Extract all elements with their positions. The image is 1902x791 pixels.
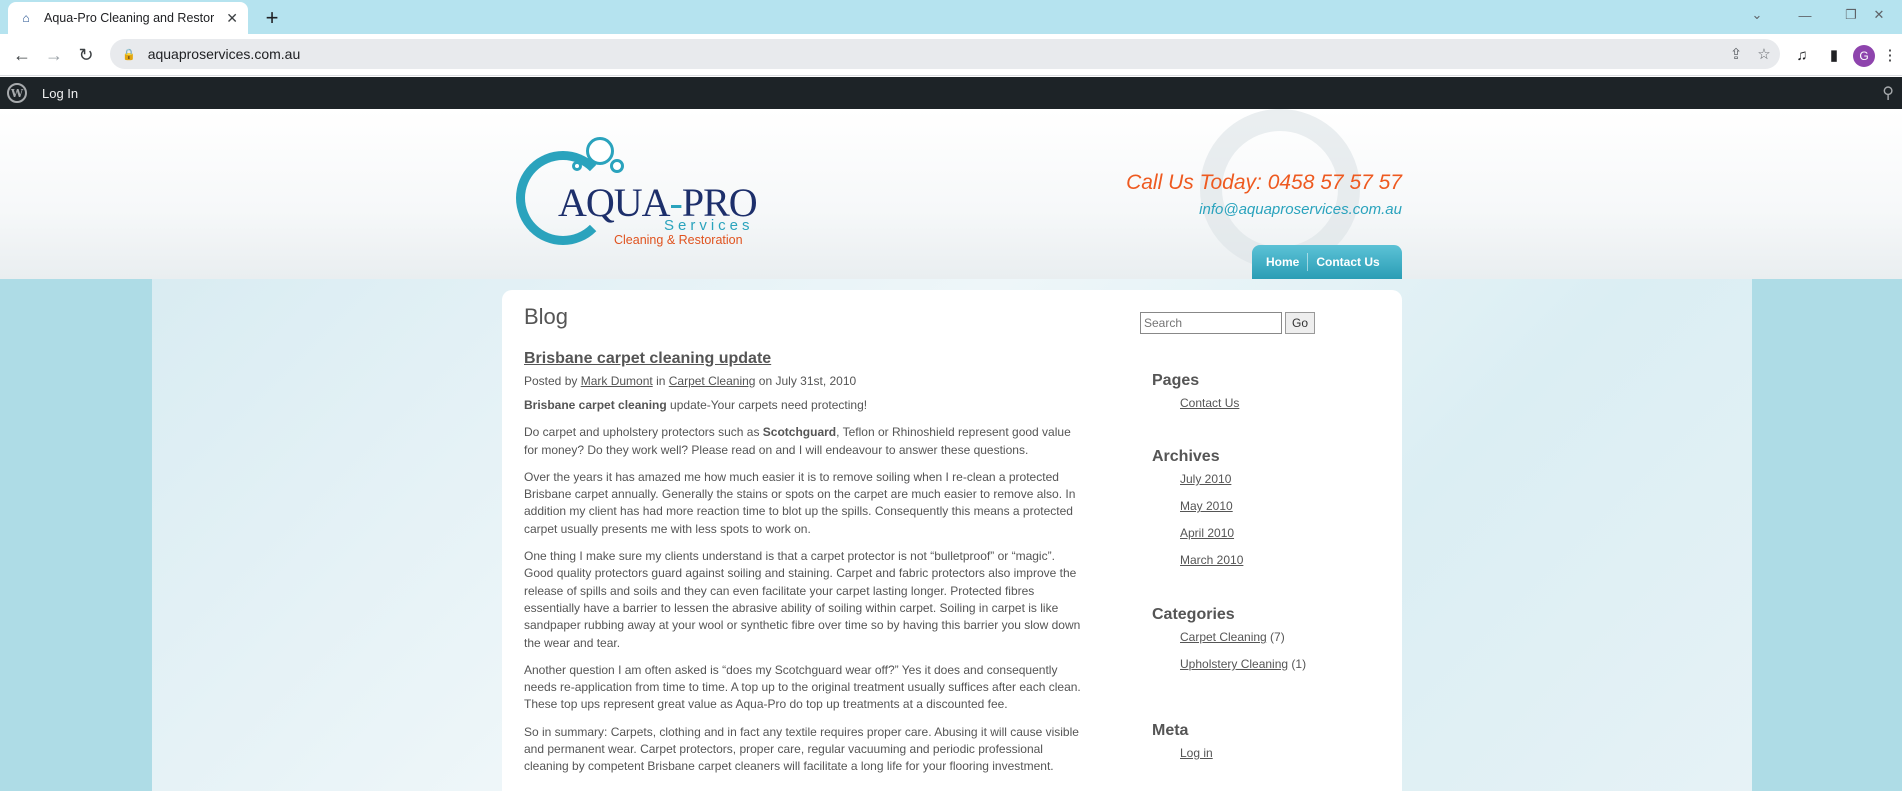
- list-item: July 2010: [1180, 472, 1243, 499]
- category-count: (7): [1266, 630, 1285, 644]
- category-link[interactable]: Upholstery Cleaning: [1180, 657, 1288, 671]
- p2-start: Do carpet and upholstery protectors such…: [524, 425, 763, 440]
- post-paragraph: Do carpet and upholstery protectors such…: [524, 424, 1084, 459]
- post-paragraph: Over the years it has amazed me how much…: [524, 469, 1076, 536]
- meta-in: in: [652, 374, 669, 388]
- side-panel-icon[interactable]: ▮: [1820, 41, 1848, 69]
- admin-login-link[interactable]: Log In: [42, 86, 78, 101]
- call-us-phone: Call Us Today: 0458 57 57 57: [1126, 171, 1402, 194]
- list-item: May 2010: [1180, 499, 1243, 526]
- post-meta: Posted by Mark Dumont in Carpet Cleaning…: [524, 374, 856, 388]
- search-go-button[interactable]: Go: [1285, 312, 1316, 334]
- tab-title: Aqua-Pro Cleaning and Restorat: [44, 11, 214, 25]
- post-title-link[interactable]: Brisbane carpet cleaning update: [524, 350, 771, 368]
- lock-icon[interactable]: 🔒: [122, 48, 136, 61]
- logo-services: Services: [664, 217, 754, 234]
- list-item: Log in: [1180, 746, 1213, 773]
- site-logo[interactable]: AQUA-PRO Services Cleaning & Restoration: [512, 137, 758, 247]
- page-title: Blog: [524, 304, 569, 329]
- archive-link[interactable]: July 2010: [1180, 472, 1231, 486]
- widget-title: Meta: [1152, 722, 1189, 739]
- category-link[interactable]: Carpet Cleaning: [1180, 630, 1267, 644]
- post-paragraph: So in summary: Carpets, clothing and in …: [524, 724, 1079, 774]
- contact-email: info@aquaproservices.com.au: [1199, 201, 1402, 218]
- widget-title: Pages: [1152, 372, 1200, 389]
- post-author-link[interactable]: Mark Dumont: [581, 374, 653, 388]
- list-item: April 2010: [1180, 526, 1243, 553]
- list-item: March 2010: [1180, 553, 1243, 580]
- url-text: aquaproservices.com.au: [147, 46, 301, 62]
- logo-tagline: Cleaning & Restoration: [614, 233, 743, 247]
- share-icon[interactable]: ⇪: [1722, 39, 1750, 69]
- logo-bubble: [572, 161, 582, 171]
- minimize-icon[interactable]: —: [1782, 0, 1828, 30]
- nav-home[interactable]: Home: [1266, 255, 1299, 269]
- sidebar-search: Go: [1140, 312, 1390, 334]
- post-paragraph: Brisbane carpet cleaning update-Your car…: [524, 397, 1084, 414]
- category-count: (1): [1288, 657, 1307, 671]
- close-window-icon[interactable]: ✕: [1856, 0, 1902, 30]
- archive-link[interactable]: April 2010: [1180, 526, 1234, 540]
- content-panel: Blog Brisbane carpet cleaning update Pos…: [502, 290, 1402, 791]
- address-bar[interactable]: 🔒 aquaproservices.com.au ⇪ ☆: [110, 39, 1780, 69]
- post-paragraph: Another question I am often asked is “do…: [524, 662, 1081, 712]
- bookmark-star-icon[interactable]: ☆: [1750, 39, 1778, 69]
- widget-title: Archives: [1152, 448, 1220, 465]
- nav-contact-us[interactable]: Contact Us: [1316, 255, 1379, 269]
- browser-tab[interactable]: ⌂ Aqua-Pro Cleaning and Restorat ✕: [8, 2, 248, 34]
- nav-separator: [1307, 253, 1309, 271]
- wordpress-logo-icon[interactable]: W: [0, 77, 34, 109]
- post-category-link[interactable]: Carpet Cleaning: [669, 374, 756, 388]
- post-body: Brisbane carpet cleaning update-Your car…: [524, 397, 1084, 786]
- site-page: AQUA-PRO Services Cleaning & Restoration…: [0, 109, 1902, 791]
- logo-bubble: [610, 159, 624, 173]
- menu-kebab-icon[interactable]: ⋮: [1880, 41, 1900, 69]
- intro-bold: Brisbane carpet cleaning: [524, 398, 667, 412]
- post-date: on July 31st, 2010: [755, 374, 857, 388]
- widget-title: Categories: [1152, 606, 1235, 623]
- site-favicon-icon: ⌂: [22, 11, 30, 25]
- sidebar: Go Pages Contact Us Archives July 2010 M…: [1140, 312, 1390, 760]
- pages-contact-us-link[interactable]: Contact Us: [1180, 396, 1239, 410]
- new-tab-button[interactable]: +: [258, 4, 286, 32]
- widget-meta: Meta Log in: [1152, 722, 1213, 773]
- browser-toolbar: ← → ↻ 🔒 aquaproservices.com.au ⇪ ☆ ♫ ▮ G…: [0, 34, 1902, 76]
- forward-arrow-icon[interactable]: →: [40, 41, 68, 69]
- main-navigation: Home Contact Us: [1252, 245, 1402, 279]
- list-item: Contact Us: [1180, 396, 1239, 423]
- back-arrow-icon[interactable]: ←: [8, 41, 36, 69]
- intro-rest: update-Your carpets need protecting!: [666, 398, 868, 412]
- reload-icon[interactable]: ↻: [72, 41, 100, 69]
- site-header: AQUA-PRO Services Cleaning & Restoration…: [0, 109, 1902, 279]
- logo-bubble: [586, 137, 614, 165]
- media-control-icon[interactable]: ♫: [1788, 41, 1816, 69]
- logo-word-aqua: AQUA: [558, 180, 671, 225]
- widget-pages: Pages Contact Us: [1152, 372, 1239, 423]
- widget-categories: Categories Carpet Cleaning (7) Upholster…: [1152, 606, 1306, 684]
- search-input[interactable]: [1140, 312, 1282, 334]
- tab-search-chevron-icon[interactable]: ⌄: [1734, 0, 1780, 30]
- list-item: Carpet Cleaning (7): [1180, 630, 1306, 657]
- tab-close-icon[interactable]: ✕: [226, 10, 238, 27]
- archive-link[interactable]: May 2010: [1180, 499, 1233, 513]
- admin-search-icon[interactable]: ⚲: [1882, 83, 1894, 103]
- p2-bold: Scotchguard: [762, 425, 837, 440]
- meta-prefix: Posted by: [524, 374, 581, 388]
- list-item: Upholstery Cleaning (1): [1180, 657, 1306, 684]
- browser-tab-strip: ⌂ Aqua-Pro Cleaning and Restorat ✕ + ⌄ —…: [0, 0, 1902, 34]
- wp-admin-bar: W Log In ⚲: [0, 77, 1902, 109]
- archive-link[interactable]: March 2010: [1180, 553, 1243, 567]
- post-paragraph: One thing I make sure my clients underst…: [524, 549, 1081, 650]
- widget-archives: Archives July 2010 May 2010 April 2010 M…: [1152, 448, 1243, 580]
- profile-avatar[interactable]: G: [1853, 45, 1875, 67]
- meta-login-link[interactable]: Log in: [1180, 746, 1213, 760]
